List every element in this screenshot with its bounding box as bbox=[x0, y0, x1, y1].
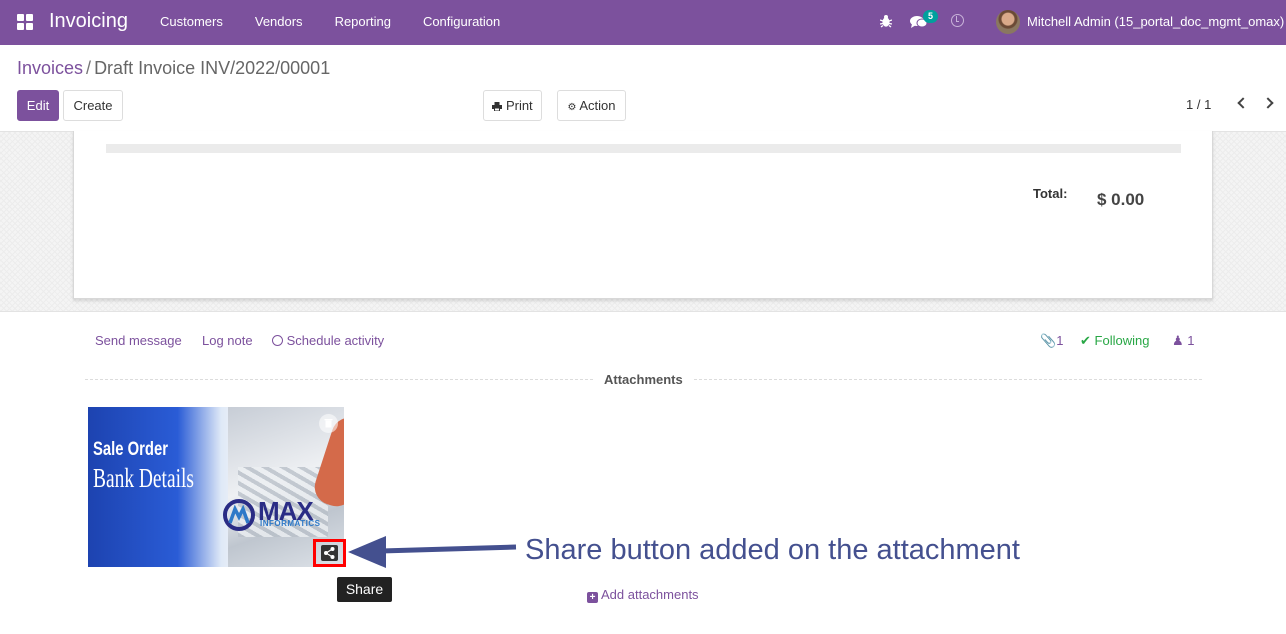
schedule-activity-label: Schedule activity bbox=[286, 333, 385, 348]
debug-bug-icon[interactable] bbox=[880, 14, 892, 28]
paperclip-icon: 📎 bbox=[1040, 333, 1057, 348]
omax-logo-icon bbox=[223, 499, 255, 531]
delete-attachment-icon[interactable] bbox=[319, 414, 338, 433]
send-message-button[interactable]: Send message bbox=[95, 333, 182, 348]
user-menu[interactable]: Mitchell Admin (15_portal_doc_mgmt_omax) bbox=[1027, 14, 1284, 29]
share-attachment-button[interactable] bbox=[313, 539, 346, 567]
pager-value[interactable]: 1 / 1 bbox=[1186, 97, 1211, 112]
print-button[interactable]: Print bbox=[483, 90, 542, 121]
user-avatar[interactable] bbox=[996, 10, 1020, 34]
annotation-arrow-icon bbox=[348, 536, 517, 568]
total-label: Total: bbox=[1033, 186, 1068, 201]
edit-button[interactable]: Edit bbox=[17, 90, 59, 121]
breadcrumb-separator: / bbox=[86, 58, 92, 78]
top-navbar: Invoicing Customers Vendors Reporting Co… bbox=[0, 0, 1286, 45]
attachments-title: Attachments bbox=[604, 372, 683, 387]
breadcrumb-invoices[interactable]: Invoices bbox=[17, 58, 83, 78]
attachment-logo-subtext: INFORMATICS bbox=[260, 519, 321, 528]
schedule-activity-button[interactable]: Schedule activity bbox=[272, 333, 384, 348]
invoice-lines-footer-bar bbox=[106, 144, 1181, 153]
attachment-image-title: Sale Order bbox=[93, 439, 168, 460]
gear-icon: ⚙ bbox=[567, 102, 577, 113]
app-name[interactable]: Invoicing bbox=[49, 10, 128, 33]
action-label: Action bbox=[579, 98, 616, 113]
pager-previous-icon[interactable] bbox=[1237, 97, 1249, 109]
log-note-button[interactable]: Log note bbox=[202, 333, 253, 348]
share-tooltip: Share bbox=[337, 577, 392, 602]
add-attachments-button[interactable]: + Add attachments bbox=[587, 587, 699, 603]
menu-configuration[interactable]: Configuration bbox=[407, 0, 516, 45]
invoice-sheet: Total: $ 0.00 bbox=[73, 131, 1213, 299]
print-label: Print bbox=[505, 98, 533, 113]
clock-icon bbox=[272, 335, 283, 346]
add-attachments-label: Add attachments bbox=[601, 587, 699, 602]
print-icon bbox=[492, 102, 503, 112]
attachments-divider-right bbox=[694, 379, 1202, 380]
menu-reporting[interactable]: Reporting bbox=[319, 0, 407, 45]
main-menu: Customers Vendors Reporting Configuratio… bbox=[144, 0, 516, 45]
following-button[interactable]: ✔ Following bbox=[1080, 333, 1149, 349]
messages-count-badge: 5 bbox=[923, 10, 938, 23]
user-icon: ♟ bbox=[1172, 333, 1184, 348]
menu-customers[interactable]: Customers bbox=[144, 0, 239, 45]
attachment-count-button[interactable]: 📎1 bbox=[1040, 333, 1063, 349]
pager-next-icon[interactable] bbox=[1262, 97, 1274, 109]
apps-menu-icon[interactable] bbox=[17, 14, 33, 30]
action-button[interactable]: ⚙ Action bbox=[557, 90, 626, 121]
attachment-count: 1 bbox=[1056, 333, 1064, 348]
attachment-image-subtitle: Bank Details bbox=[93, 463, 194, 493]
breadcrumb: Invoices / Draft Invoice INV/2022/00001 bbox=[17, 58, 330, 79]
annotation-text: Share button added on the attachment bbox=[525, 534, 1020, 566]
followers-count: 1 bbox=[1187, 333, 1195, 348]
check-icon: ✔ bbox=[1080, 333, 1091, 348]
attachment-image-card[interactable]: Sale Order Bank Details MAX INFORMATICS bbox=[88, 407, 344, 567]
followers-button[interactable]: ♟ 1 bbox=[1172, 333, 1195, 349]
breadcrumb-current: Draft Invoice INV/2022/00001 bbox=[94, 58, 331, 78]
following-label: Following bbox=[1094, 333, 1150, 348]
create-button[interactable]: Create bbox=[63, 90, 123, 121]
activity-clock-icon[interactable] bbox=[951, 14, 964, 27]
total-value: $ 0.00 bbox=[1097, 190, 1145, 209]
plus-icon: + bbox=[587, 592, 598, 603]
attachments-divider-left bbox=[85, 379, 593, 380]
menu-vendors[interactable]: Vendors bbox=[239, 0, 319, 45]
share-icon bbox=[321, 545, 338, 561]
